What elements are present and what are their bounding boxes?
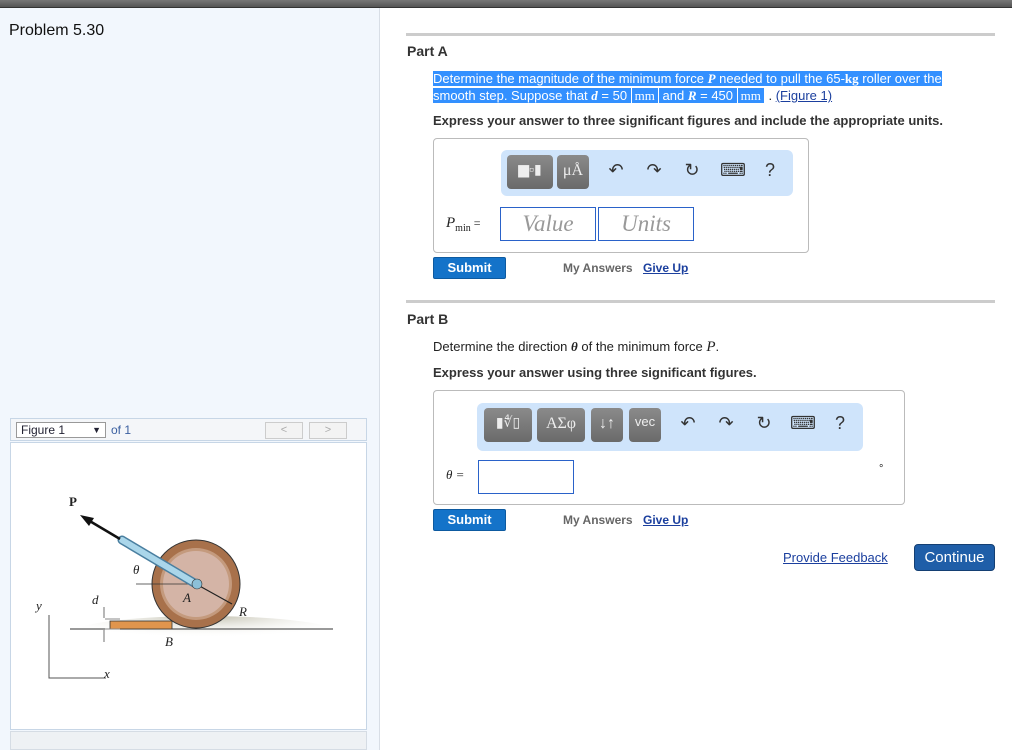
figure-count: of 1 — [111, 423, 132, 437]
undo-icon[interactable]: ↶ — [605, 160, 627, 181]
label-y: y — [34, 598, 42, 613]
p-min-label: Pmin = — [446, 215, 481, 234]
help-icon[interactable]: ? — [759, 160, 781, 181]
label-x: x — [103, 666, 110, 681]
part-a-question: Determine the magnitude of the minimum f… — [433, 71, 942, 104]
part-a-answer-box: ▆▫▮ μÅ ↶ ↷ ↻ ⌨ ? Pmin = Value Units — [433, 138, 809, 253]
top-bar — [0, 0, 1012, 8]
part-a-give-up[interactable]: Give Up — [643, 261, 688, 275]
part-b-instruction: Express your answer using three signific… — [433, 365, 757, 380]
sort-button[interactable]: ↓↑ — [591, 408, 623, 442]
part-b-answer-box: ▮∜▯ ΑΣφ ↓↑ vec ↶ ↷ ↻ ⌨ ? θ = ° — [433, 390, 905, 505]
next-figure-button[interactable]: > — [309, 422, 347, 439]
templates-button[interactable]: ▆▫▮ — [507, 155, 553, 189]
degree-unit: ° — [879, 463, 884, 475]
units-input[interactable]: Units — [598, 207, 694, 241]
label-d: d — [92, 592, 99, 607]
label-A: A — [182, 590, 191, 605]
prev-figure-button[interactable]: < — [265, 422, 303, 439]
units-button[interactable]: μÅ — [557, 155, 589, 189]
provide-feedback-link[interactable]: Provide Feedback — [783, 550, 888, 565]
label-B: B — [165, 634, 173, 649]
help-icon[interactable]: ? — [829, 413, 851, 434]
reset-icon[interactable]: ↻ — [753, 413, 775, 434]
part-a-title: Part A — [407, 43, 448, 59]
part-b-my-answers[interactable]: My Answers — [563, 513, 633, 527]
figure-footer — [10, 731, 367, 750]
keyboard-icon[interactable]: ⌨ — [720, 160, 746, 181]
redo-icon[interactable]: ↷ — [715, 413, 737, 434]
figure-select[interactable]: Figure 1 ▼ — [16, 422, 106, 438]
step — [109, 620, 173, 630]
part-b-title: Part B — [407, 311, 449, 327]
templates-button[interactable]: ▮∜▯ — [484, 408, 532, 442]
redo-icon[interactable]: ↷ — [643, 160, 665, 181]
label-R: R — [238, 604, 247, 619]
figure-header: Figure 1 ▼ of 1 < > — [10, 418, 367, 441]
theta-label: θ = — [446, 467, 465, 482]
continue-button[interactable]: Continue — [914, 544, 995, 571]
figure-image: P θ A R B d y x — [10, 442, 367, 730]
chevron-down-icon: ▼ — [92, 425, 101, 435]
divider — [406, 33, 995, 36]
value-input[interactable]: Value — [500, 207, 596, 241]
figure-link[interactable]: (Figure 1) — [776, 88, 832, 103]
label-theta: θ — [133, 562, 140, 577]
divider — [406, 300, 995, 303]
reset-icon[interactable]: ↻ — [681, 160, 703, 181]
keyboard-icon[interactable]: ⌨ — [790, 413, 816, 434]
math-toolbar: ▮∜▯ ΑΣφ ↓↑ vec ↶ ↷ ↻ ⌨ ? — [477, 403, 863, 451]
part-a-instruction: Express your answer to three significant… — [433, 113, 943, 128]
part-b-submit-button[interactable]: Submit — [433, 509, 506, 531]
math-toolbar: ▆▫▮ μÅ ↶ ↷ ↻ ⌨ ? — [501, 150, 793, 196]
part-b-question: Determine the direction θ of the minimum… — [433, 339, 720, 355]
force-arrow — [87, 518, 121, 541]
part-b-give-up[interactable]: Give Up — [643, 513, 688, 527]
roller-diagram: P θ A R B d y x — [34, 494, 340, 681]
part-a-submit-button[interactable]: Submit — [433, 257, 506, 279]
part-a-my-answers[interactable]: My Answers — [563, 261, 633, 275]
problem-title: Problem 5.30 — [9, 22, 105, 39]
greek-button[interactable]: ΑΣφ — [537, 408, 585, 442]
undo-icon[interactable]: ↶ — [677, 413, 699, 434]
theta-input[interactable] — [478, 460, 574, 494]
vector-button[interactable]: vec — [629, 408, 661, 442]
label-P: P — [69, 494, 77, 509]
figure-select-value: Figure 1 — [21, 423, 66, 437]
